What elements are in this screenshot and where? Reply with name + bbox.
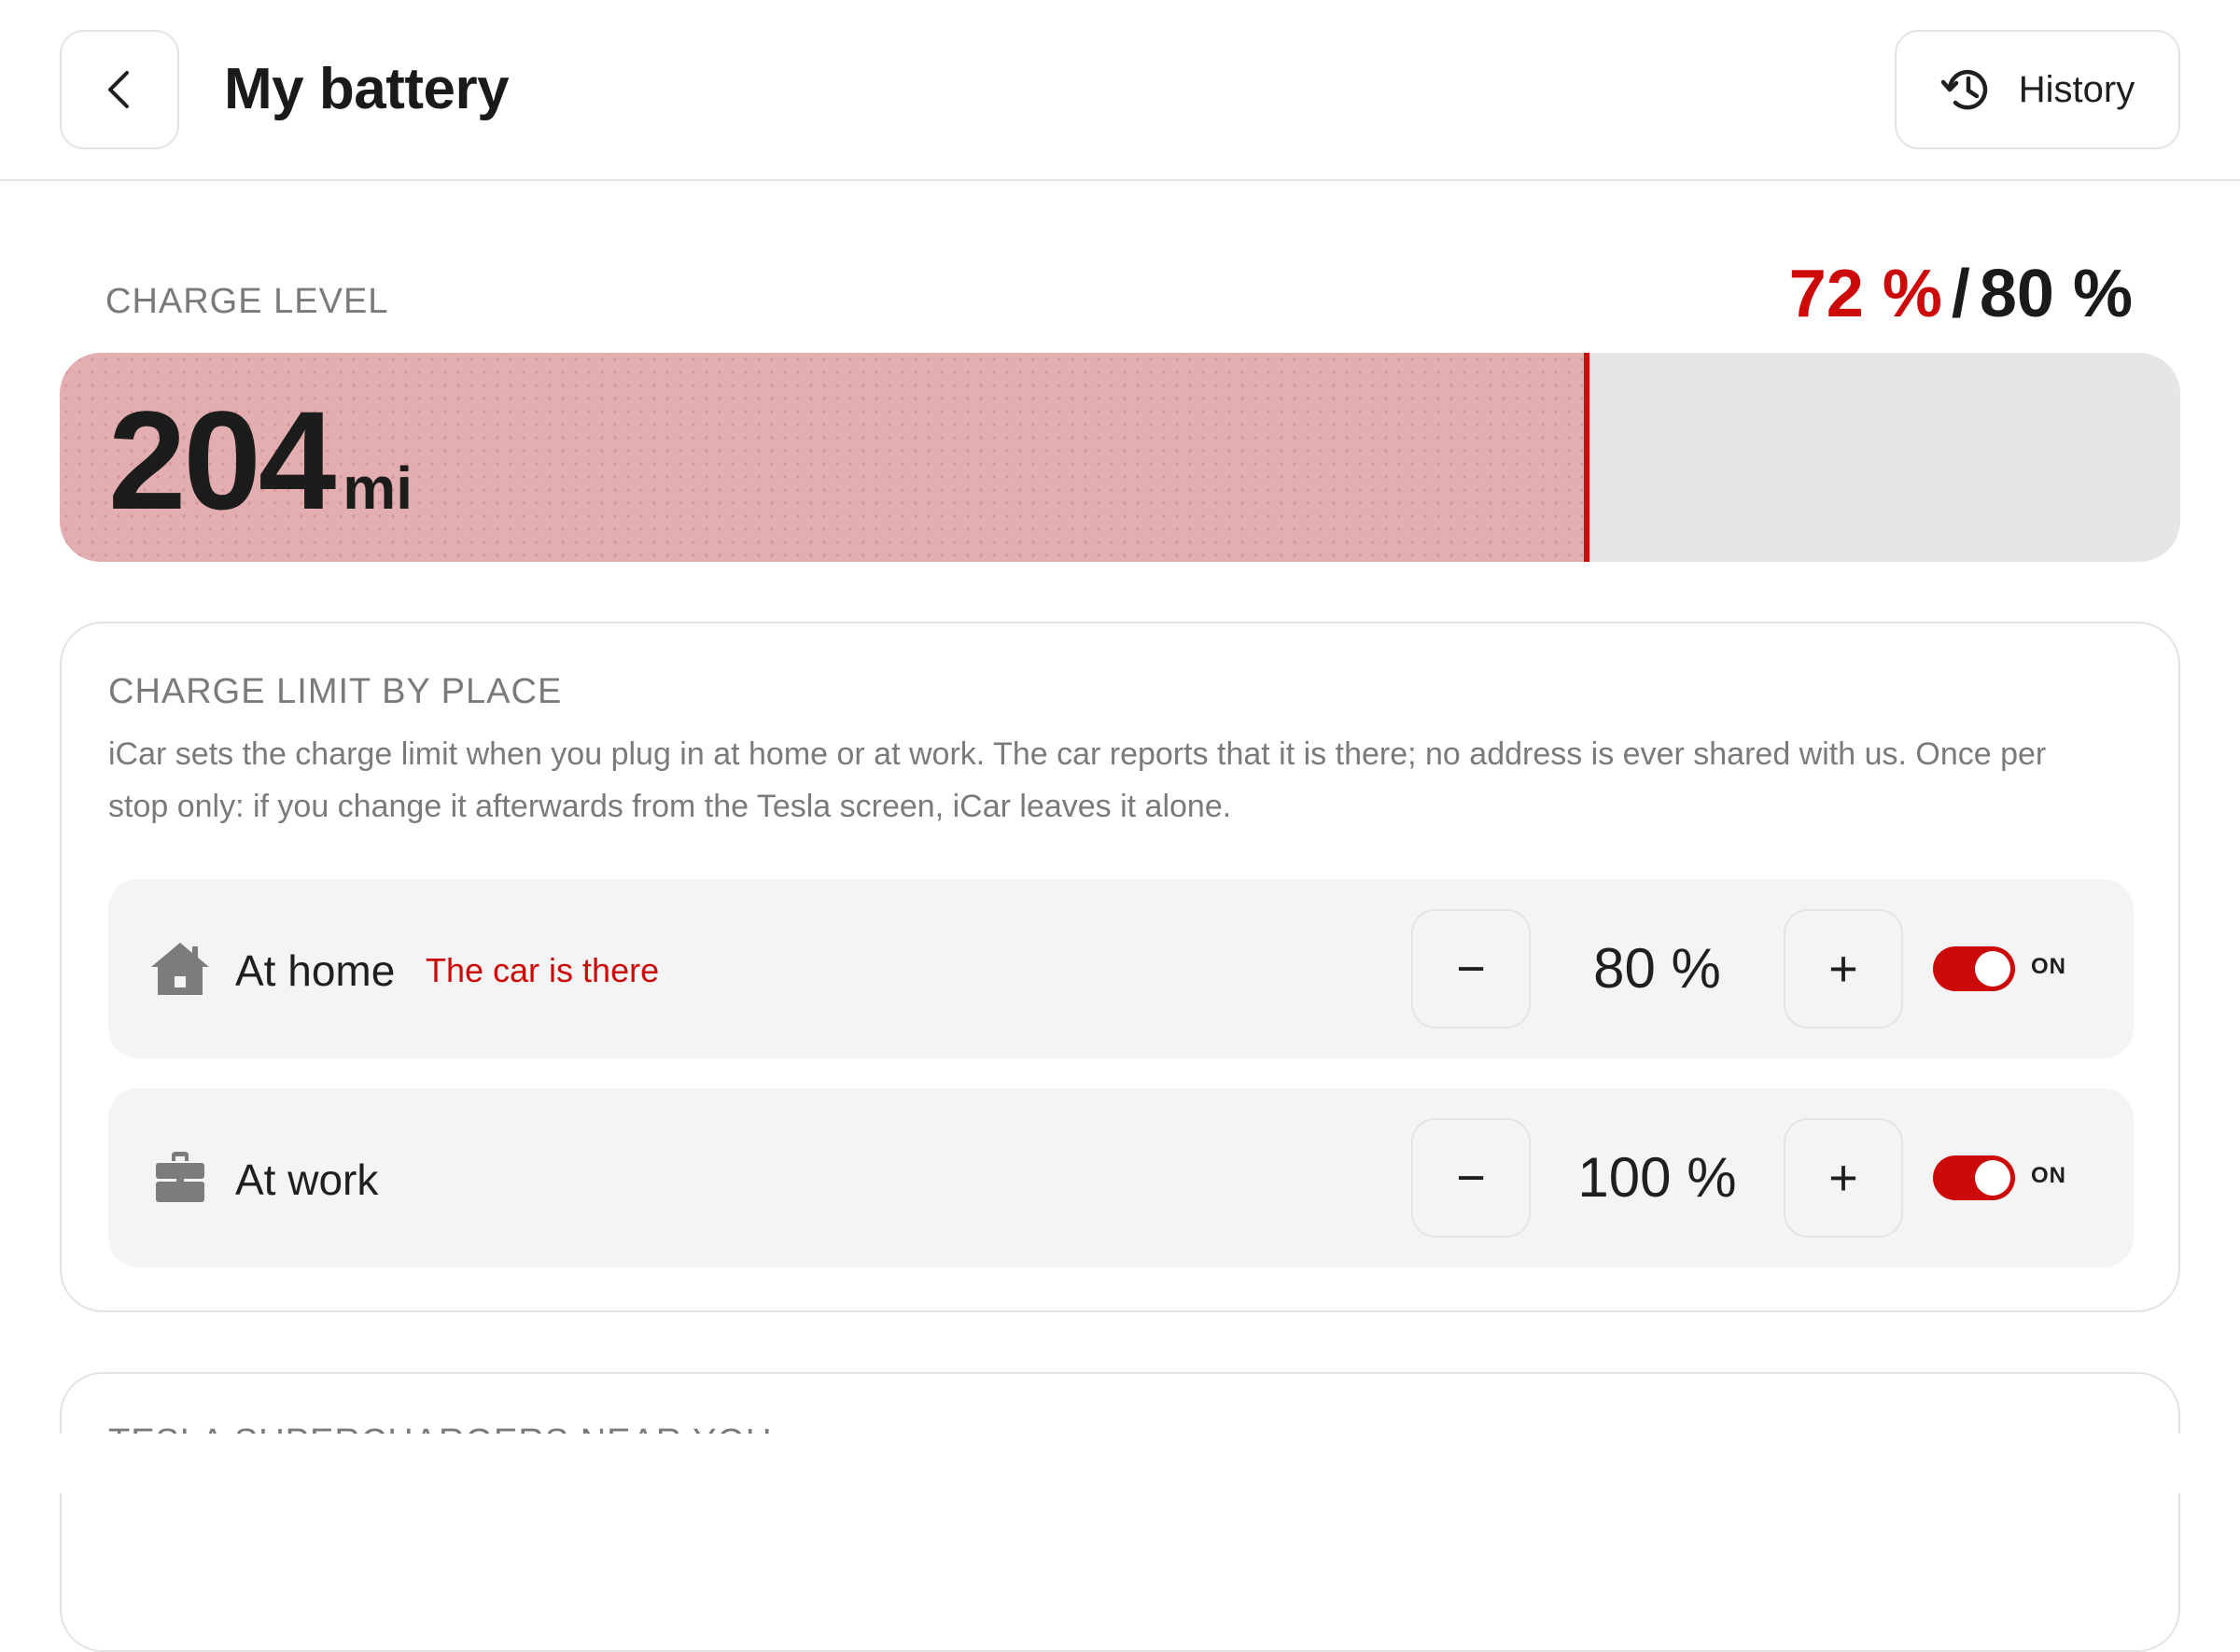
place-row-work: At work − 100 % + ON [108,1088,2134,1267]
charge-limit-by-place-card: CHARGE LIMIT BY PLACE iCar sets the char… [60,622,2180,1312]
card-heading: CHARGE LIMIT BY PLACE [108,672,563,711]
page-title: My battery [224,57,510,121]
house-icon [151,943,209,995]
place-name: At home [235,946,396,995]
limit-value: 100 % [1577,1146,1737,1209]
place-status: The car is there [426,951,660,989]
briefcase-icon [156,1152,204,1202]
decrease-limit-button[interactable]: − [1411,909,1531,1029]
place-toggle[interactable] [1933,946,2015,991]
toggle-knob [1975,1160,2010,1196]
superchargers-card: TESLA SUPERCHARGERS NEAR YOU [60,1372,2180,1652]
place-row-home: At home The car is there − 80 % + ON [108,879,2134,1058]
chevron-left-icon [108,71,129,108]
range-unit: mi [343,455,413,522]
battery-bar: 204 mi [60,353,2180,562]
place-name: At work [235,1155,379,1204]
range-value: 204 [108,382,336,539]
card-description: iCar sets the charge limit when you plug… [108,736,2047,824]
viewport-bottom-edge [0,1434,2240,1493]
increase-limit-button[interactable]: + [1784,1118,1903,1238]
range-estimate: 204 mi [108,390,413,530]
toggle-knob [1975,951,2010,987]
charge-level-label: CHARGE LEVEL [105,282,389,321]
charge-percentages: 72 %/80 % [1789,252,2133,336]
app-header: My battery History [0,0,2240,181]
place-toggle[interactable] [1933,1155,2015,1200]
charge-limit-percent: 80 % [1979,257,2133,331]
toggle-state-label: ON [2031,1163,2066,1188]
charge-limit-marker [1583,353,1589,562]
decrease-limit-button[interactable]: − [1411,1118,1531,1238]
toggle-state-label: ON [2031,954,2066,979]
charge-current-percent: 72 % [1788,257,1942,331]
history-button[interactable]: History [1895,30,2180,149]
increase-limit-button[interactable]: + [1784,909,1903,1029]
charge-separator: / [1951,257,1970,331]
history-label: History [2018,68,2135,110]
back-button[interactable] [60,30,179,149]
limit-value: 80 % [1593,937,1721,1000]
history-clock-icon [1940,69,1987,110]
